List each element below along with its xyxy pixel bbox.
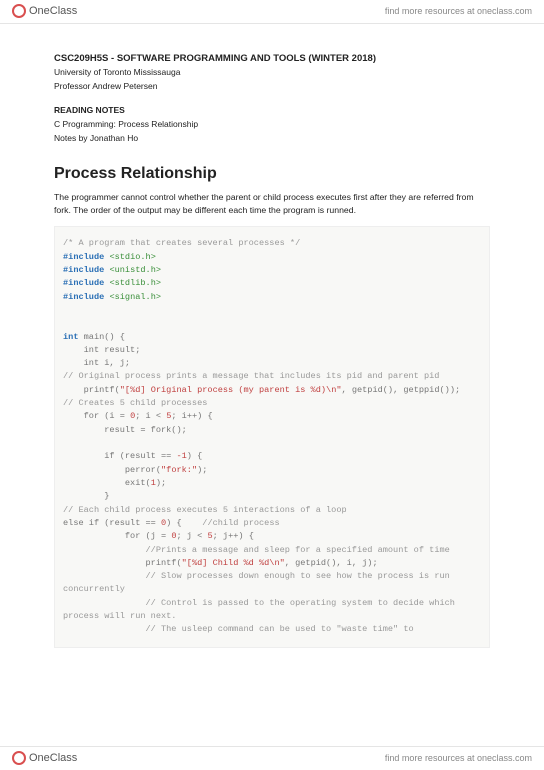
code-keyword: #include [63,252,104,262]
code-keyword: #include [63,278,104,288]
brand-logo-bottom: OneClass [12,751,77,766]
code-comment: // Creates 5 child processes [63,398,207,408]
brand-logo: OneClass [12,4,77,19]
brand-logo-circle [12,4,26,18]
code-comment: //child process [202,518,279,528]
tagline-top: find more resources at oneclass.com [385,5,532,18]
code-comment: //Prints a message and sleep for a speci… [63,545,450,555]
code-text: exit( [63,478,151,488]
code-text: ; j < [176,531,207,541]
code-comment: /* A program that creates several proces… [63,238,300,248]
code-text: perror( [63,465,161,475]
code-text: printf( [63,558,182,568]
code-text: else if (result == [63,518,161,528]
code-include: <stdlib.h> [109,278,161,288]
section-paragraph: The programmer cannot control whether th… [54,191,490,216]
code-number: -1 [176,451,186,461]
brand-logo-circle [12,751,26,765]
code-text: } [63,491,109,501]
document-page: CSC209H5S - SOFTWARE PROGRAMMING AND TOO… [0,24,544,648]
code-comment: // The usleep command can be used to "wa… [63,624,414,634]
code-text: for (i = [63,411,130,421]
section-title: Process Relationship [54,163,490,185]
code-text: for (j = [63,531,171,541]
brand-name: OneClass [29,4,77,19]
code-text: , getpid(), i, j); [285,558,378,568]
code-comment: // Control is passed to the operating sy… [63,598,460,621]
code-text: main() { [78,332,124,342]
code-text: ); [197,465,207,475]
code-text: ); [156,478,166,488]
code-text: ; i < [135,411,166,421]
code-keyword: #include [63,292,104,302]
tagline-bottom: find more resources at oneclass.com [385,752,532,765]
brand-name-bottom: OneClass [29,751,77,766]
code-text: result = fork(); [63,425,187,435]
top-bar: OneClass find more resources at oneclass… [0,0,544,24]
code-text: printf( [63,385,120,395]
topic-line: C Programming: Process Relationship [54,119,490,131]
code-text: , getpid(), getppid()); [342,385,461,395]
code-text: ) { [166,518,202,528]
code-text: ) { [187,451,202,461]
code-text: ; i++) { [171,411,212,421]
code-comment: // Original process prints a message tha… [63,371,439,381]
code-text: if (result == [63,451,176,461]
code-type: int [63,332,78,342]
reading-notes-head: READING NOTES [54,105,490,117]
code-block: /* A program that creates several proces… [54,226,490,647]
code-text: ; j++) { [213,531,254,541]
bottom-bar: OneClass find more resources at oneclass… [0,746,544,770]
code-text: int i, j; [63,358,130,368]
professor-line: Professor Andrew Petersen [54,81,490,93]
course-line: CSC209H5S - SOFTWARE PROGRAMMING AND TOO… [54,52,490,65]
code-include: <unistd.h> [109,265,161,275]
code-string: "[%d] Child %d %d\n" [182,558,285,568]
code-comment: // Each child process executes 5 interac… [63,505,347,515]
code-text: int result; [63,345,140,355]
code-keyword: #include [63,265,104,275]
code-string: "fork:" [161,465,197,475]
code-include: <stdio.h> [109,252,155,262]
university-line: University of Toronto Mississauga [54,67,490,79]
code-string: "[%d] Original process (my parent is %d)… [120,385,342,395]
author-line: Notes by Jonathan Ho [54,133,490,145]
code-comment: // Slow processes down enough to see how… [63,571,455,594]
code-include: <signal.h> [109,292,161,302]
